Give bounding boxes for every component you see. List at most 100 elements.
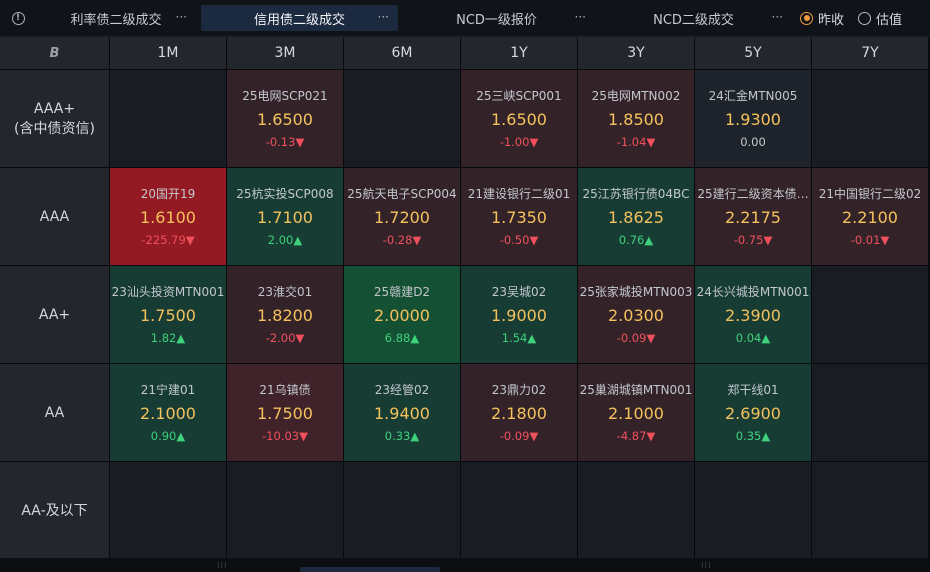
arrow-up-icon: ▲ [644,232,654,247]
bond-cell[interactable]: 21宁建01 2.1000 0.90▲ [110,364,227,462]
arrow-up-icon: ▲ [410,330,420,345]
resize-handle[interactable]: ⁝⁝⁝ [217,561,228,570]
info-button[interactable]: ! [0,0,36,37]
bond-name: 25电网SCP021 [242,88,328,103]
radio-valuation[interactable]: 估值 [858,9,902,28]
bond-cell[interactable]: 23吴城02 1.9000 1.54▲ [461,266,578,364]
tab-credit-bond-secondary[interactable]: 信用债二级成交 ··· [201,5,398,31]
change-value: -0.50 [499,232,530,247]
rating-row: AAA 20国开19 1.6100 -225.79▼ 25杭实投SCP008 1.7100… [0,168,930,266]
bond-yield: 2.0000 [374,305,430,325]
bond-cell[interactable]: 21中国银行二级02 2.2100 -0.01▼ [812,168,929,266]
tab-rate-bond-secondary[interactable]: 利率债二级成交 ··· [36,5,196,31]
empty-cell [110,462,227,560]
more-icon[interactable]: ··· [575,10,586,24]
row-label: AA [0,364,110,462]
column-header-1[interactable]: 3M [227,37,344,70]
more-icon[interactable]: ··· [176,10,187,24]
bond-yield: 2.2175 [725,207,781,227]
tab-label: 信用债二级成交 [253,12,345,28]
bond-cell[interactable]: 25杭实投SCP008 1.7100 2.00▲ [227,168,344,266]
arrow-up-icon: ▲ [761,330,771,345]
bond-cell[interactable]: 23鼎力02 2.1800 -0.09▼ [461,364,578,462]
bond-change: 6.88▲ [385,331,419,346]
rating-row: AA-及以下 [0,462,930,560]
column-header-4[interactable]: 3Y [578,37,695,70]
tab-ncd-primary-quote[interactable]: NCD一级报价 ··· [398,5,595,31]
bond-yield: 1.6500 [257,109,313,129]
rating-row: AA 21宁建01 2.1000 0.90▲ 21乌镇债 1.7500 -10.03▼ 23经… [0,364,930,462]
bond-yield: 1.7500 [140,305,196,325]
change-value: 0.04 [735,330,762,345]
bond-yield: 2.1000 [140,403,196,423]
bond-change: -10.03▼ [262,429,308,444]
bond-yield: 1.9300 [725,109,781,129]
bond-cell[interactable]: 25航天电子SCP004 1.7200 -0.28▼ [344,168,461,266]
bond-cell[interactable]: 24汇金MTN005 1.9300 0.00 [695,70,812,168]
header-row: B 1M 3M 6M 1Y 3Y 5Y 7Y [0,37,930,70]
empty-cell [812,70,929,168]
bond-name: 21乌镇债 [259,382,311,397]
column-header-2[interactable]: 6M [344,37,461,70]
row-label-main: AA+ [38,306,71,323]
bond-name: 25江苏银行债04BC [582,186,690,201]
corner-cell[interactable]: B [0,37,110,70]
bond-cell[interactable]: 25电网MTN002 1.8500 -1.04▼ [578,70,695,168]
bond-cell[interactable]: 21乌镇债 1.7500 -10.03▼ [227,364,344,462]
bond-yield: 1.7500 [257,403,313,423]
bond-cell[interactable]: 25建行二级资本债… 2.2175 -0.75▼ [695,168,812,266]
bond-cell[interactable]: 25三峡SCP001 1.6500 -1.00▼ [461,70,578,168]
radio-unselected-icon [858,11,872,25]
column-header-3[interactable]: 1Y [461,37,578,70]
bond-cell[interactable]: 25张家城投MTN003 2.0300 -0.09▼ [578,266,695,364]
bond-name: 23经管02 [374,382,430,397]
bond-change: -0.09▼ [617,331,656,346]
arrow-up-icon: ▲ [176,330,186,345]
empty-cell [812,266,929,364]
arrow-down-icon: ▼ [880,232,890,247]
bond-cell[interactable]: 25赣建D2 2.0000 6.88▲ [344,266,461,364]
bond-cell[interactable]: 21建设银行二级01 1.7350 -0.50▼ [461,168,578,266]
bond-name: 23汕头投资MTN001 [111,284,225,299]
radio-label: 昨收 [818,12,845,28]
empty-cell [695,462,812,560]
change-value: -1.00 [499,134,530,149]
bond-cell[interactable]: 23汕头投资MTN001 1.7500 1.82▲ [110,266,227,364]
arrow-down-icon: ▼ [185,232,195,247]
column-header-6[interactable]: 7Y [812,37,929,70]
radio-prev-close[interactable]: 昨收 [800,9,844,28]
more-icon[interactable]: ··· [772,10,783,24]
bond-change: 1.54▲ [502,331,536,346]
app-logo-icon: B [49,45,60,61]
bond-cell[interactable]: 25电网SCP021 1.6500 -0.13▼ [227,70,344,168]
bond-name: 24长兴城投MTN001 [696,284,810,299]
tab-ncd-secondary[interactable]: NCD二级成交 ··· [595,5,792,31]
bond-yield: 2.3900 [725,305,781,325]
change-value: -0.75 [733,232,764,247]
more-icon[interactable]: ··· [378,10,389,24]
row-label-main: AAA [39,208,70,225]
bond-cell[interactable]: 20国开19 1.6100 -225.79▼ [110,168,227,266]
horizontal-scrollbar[interactable] [300,567,440,572]
column-header-0[interactable]: 1M [110,37,227,70]
bond-change: -0.09▼ [500,429,539,444]
radio-label: 估值 [876,12,903,28]
bond-cell[interactable]: 25江苏银行债04BC 1.8625 0.76▲ [578,168,695,266]
change-value: 1.82 [150,330,177,345]
bond-cell[interactable]: 23淮交01 1.8200 -2.00▼ [227,266,344,364]
bond-cell[interactable]: 25巢湖城镇MTN001 2.1000 -4.87▼ [578,364,695,462]
bond-yield: 1.9400 [374,403,430,423]
bond-cell[interactable]: 24长兴城投MTN001 2.3900 0.04▲ [695,266,812,364]
bond-cell[interactable]: 23经管02 1.9400 0.33▲ [344,364,461,462]
change-value: -0.28 [382,232,413,247]
bond-cell[interactable]: 郑干线01 2.6900 0.35▲ [695,364,812,462]
resize-handle[interactable]: ⁝⁝⁝ [701,561,712,570]
column-header-5[interactable]: 5Y [695,37,812,70]
empty-cell [110,70,227,168]
bond-change: 2.00▲ [268,233,302,248]
bond-yield: 1.6100 [140,207,196,227]
arrow-up-icon: ▲ [527,330,537,345]
info-icon: ! [11,11,25,25]
arrow-down-icon: ▼ [529,232,539,247]
bond-change: -0.75▼ [734,233,773,248]
